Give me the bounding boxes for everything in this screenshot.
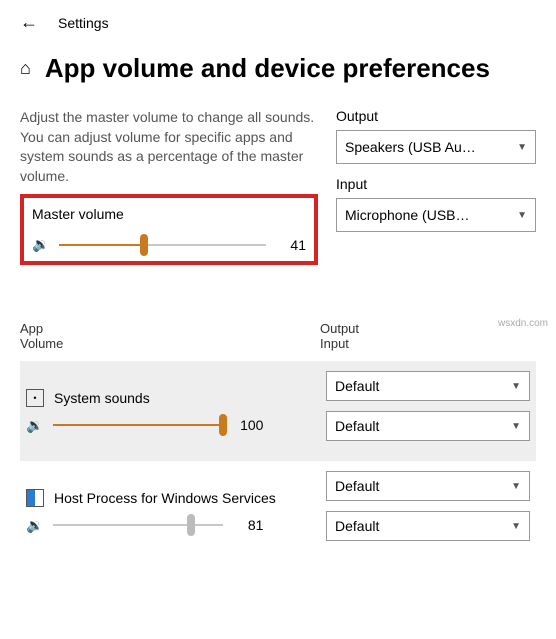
chevron-down-icon: ▼ xyxy=(511,421,521,432)
chevron-down-icon: ▼ xyxy=(511,381,521,392)
app-volume-slider[interactable] xyxy=(53,424,223,426)
output-label: Output xyxy=(336,108,536,124)
app-name-label: Host Process for Windows Services xyxy=(54,490,276,506)
apps-header-volume: Volume xyxy=(20,336,320,351)
output-value: Speakers (USB Au… xyxy=(345,139,476,155)
input-label: Input xyxy=(336,176,536,192)
app-row: Host Process for Windows Services 🔉 81 D… xyxy=(20,461,536,561)
host-process-icon xyxy=(26,489,44,507)
app-name-label: System sounds xyxy=(54,390,150,406)
app-input-select[interactable]: Default ▼ xyxy=(326,411,530,441)
chevron-down-icon: ▼ xyxy=(511,481,521,492)
input-value: Microphone (USB… xyxy=(345,207,470,223)
app-input-select[interactable]: Default ▼ xyxy=(326,511,530,541)
master-volume-slider[interactable] xyxy=(59,244,266,246)
app-volume-slider[interactable] xyxy=(53,524,223,526)
system-sounds-icon: • xyxy=(26,389,44,407)
chevron-down-icon: ▼ xyxy=(517,210,527,221)
chevron-down-icon: ▼ xyxy=(517,142,527,153)
output-select[interactable]: Speakers (USB Au… ▼ xyxy=(336,130,536,164)
speaker-icon[interactable]: 🔉 xyxy=(26,417,43,434)
app-output-value: Default xyxy=(335,478,379,494)
header-title: Settings xyxy=(58,15,109,31)
app-output-value: Default xyxy=(335,378,379,394)
watermark: wsxdn.com xyxy=(498,318,548,329)
page-description: Adjust the master volume to change all s… xyxy=(20,108,318,186)
app-row: • System sounds 🔉 100 Default ▼ Default … xyxy=(20,361,536,461)
apps-header-output: Output xyxy=(320,321,359,336)
app-volume-value: 100 xyxy=(233,417,263,433)
speaker-icon[interactable]: 🔉 xyxy=(32,236,49,253)
app-input-value: Default xyxy=(335,418,379,434)
speaker-icon[interactable]: 🔉 xyxy=(26,517,43,534)
input-select[interactable]: Microphone (USB… ▼ xyxy=(336,198,536,232)
chevron-down-icon: ▼ xyxy=(511,521,521,532)
home-icon[interactable]: ⌂ xyxy=(20,58,31,79)
app-output-select[interactable]: Default ▼ xyxy=(326,471,530,501)
app-output-select[interactable]: Default ▼ xyxy=(326,371,530,401)
master-volume-highlight: Master volume 🔉 41 xyxy=(20,194,318,265)
apps-header-app: App xyxy=(20,321,320,336)
app-input-value: Default xyxy=(335,518,379,534)
master-volume-value: 41 xyxy=(276,237,306,253)
master-volume-label: Master volume xyxy=(32,206,306,222)
apps-header-input: Input xyxy=(320,336,359,351)
app-volume-value: 81 xyxy=(233,517,263,533)
back-button[interactable]: ← xyxy=(20,12,38,33)
page-title: App volume and device preferences xyxy=(45,53,490,84)
